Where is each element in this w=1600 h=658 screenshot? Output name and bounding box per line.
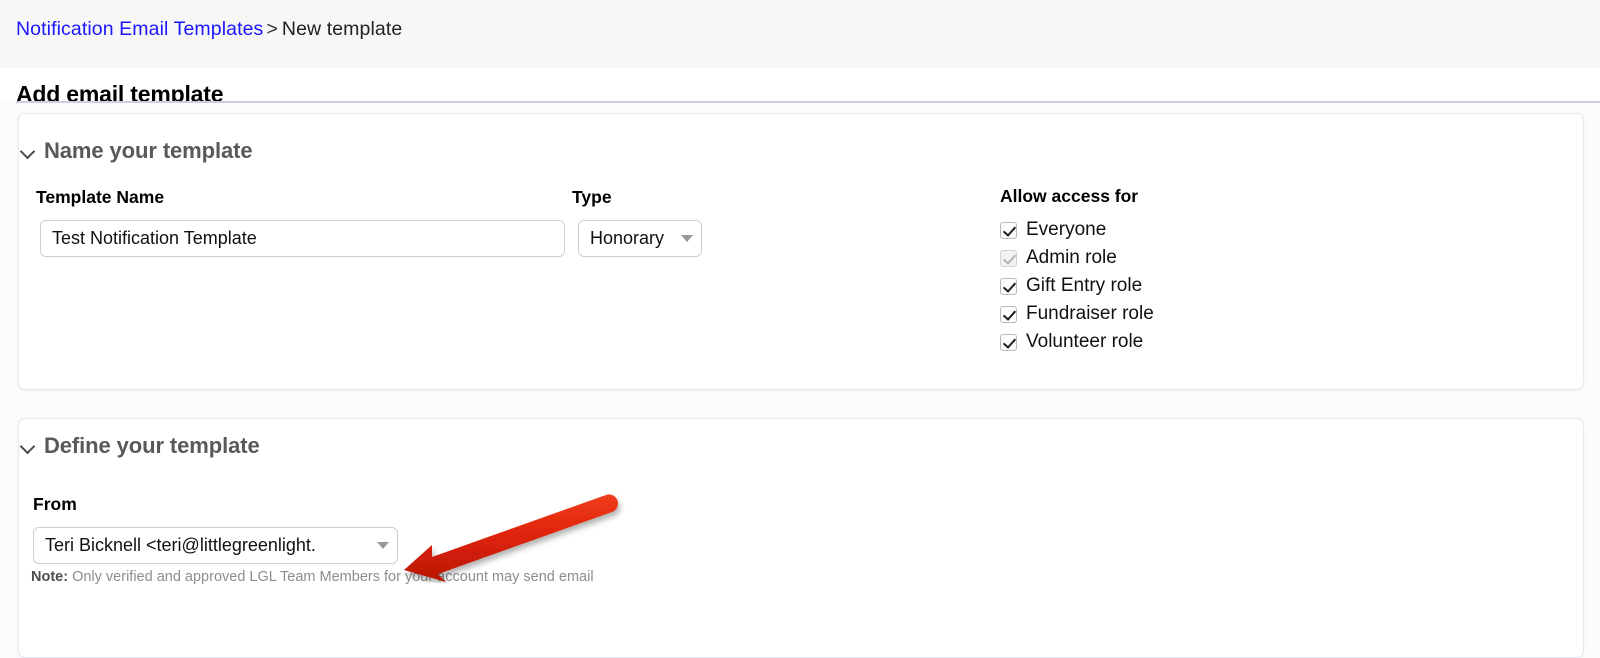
label-from: From xyxy=(33,494,77,514)
checkbox-icon[interactable] xyxy=(1000,277,1017,295)
allow-access-for-group: Allow access for Everyone Admin role Gift … xyxy=(1000,186,1154,356)
checkbox-icon xyxy=(1000,249,1017,267)
chevron-down-icon[interactable] xyxy=(20,439,35,454)
access-option-label: Gift Entry role xyxy=(1026,275,1143,296)
breadcrumb: Notification Email Templates > New templat… xyxy=(16,18,402,41)
access-option-label: Everyone xyxy=(1026,219,1107,240)
caret-down-icon[interactable] xyxy=(377,542,389,549)
checkbox-icon[interactable] xyxy=(1000,221,1017,239)
access-option-label: Admin role xyxy=(1026,247,1117,268)
section-header-name-your-template[interactable]: Name your template xyxy=(20,138,253,164)
access-option-label: Volunteer role xyxy=(1026,331,1144,352)
section-header-define-your-template[interactable]: Define your template xyxy=(20,433,260,459)
type-select[interactable]: Honorary xyxy=(578,220,702,257)
from-note-text: Only verified and approved LGL Team Memb… xyxy=(72,569,594,585)
from-note: Note: Only verified and approved LGL Tea… xyxy=(31,569,594,585)
caret-down-icon[interactable] xyxy=(681,235,693,242)
title-strip xyxy=(0,68,1600,102)
access-option-row[interactable]: Fundraiser role xyxy=(1000,300,1154,328)
chevron-down-icon[interactable] xyxy=(20,144,35,159)
access-option-row[interactable]: Gift Entry role xyxy=(1000,272,1154,300)
access-option-row[interactable]: Volunteer role xyxy=(1000,328,1154,356)
access-option-row: Admin role xyxy=(1000,244,1154,272)
allow-access-for-options: Everyone Admin role Gift Entry role Fundrai… xyxy=(1000,216,1154,356)
checkbox-icon[interactable] xyxy=(1000,333,1017,351)
section-title-name-your-template: Name your template xyxy=(44,138,253,163)
allow-access-for-legend: Allow access for xyxy=(1000,186,1139,206)
label-template-name: Template Name xyxy=(36,187,165,207)
breadcrumb-separator: > xyxy=(266,18,278,40)
from-select-value: Teri Bicknell <teri@littlegreenlight. xyxy=(45,535,316,555)
section-title-define-your-template: Define your template xyxy=(44,433,260,458)
type-select-value: Honorary xyxy=(590,228,665,248)
from-note-prefix: Note: xyxy=(31,569,69,585)
access-option-label: Fundraiser role xyxy=(1026,303,1154,324)
checkbox-icon[interactable] xyxy=(1000,305,1017,323)
from-select[interactable]: Teri Bicknell <teri@littlegreenlight. xyxy=(33,527,398,564)
breadcrumb-current-new-template: New template xyxy=(281,18,403,40)
access-option-row[interactable]: Everyone xyxy=(1000,216,1154,244)
template-name-input[interactable] xyxy=(40,220,565,257)
breadcrumb-link-notification-email-templates[interactable]: Notification Email Templates xyxy=(16,18,263,40)
label-type: Type xyxy=(572,187,612,207)
